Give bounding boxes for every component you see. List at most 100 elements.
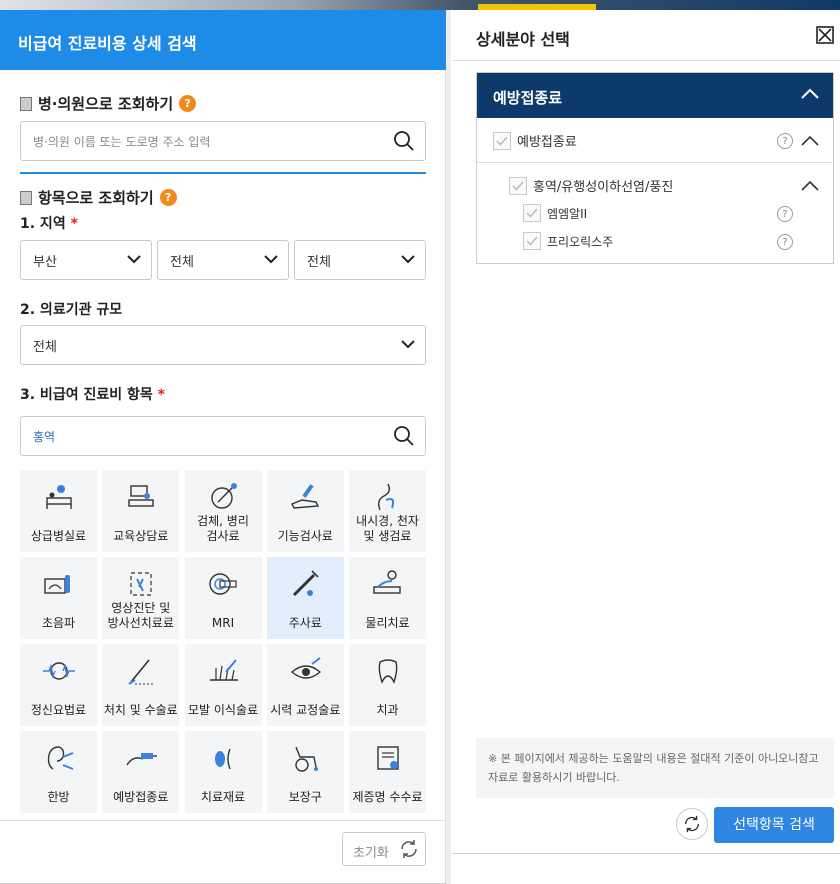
brain-wave-icon (43, 662, 75, 680)
syringe-icon (292, 570, 319, 597)
item-tile[interactable]: 처치 및 수술료 (102, 644, 180, 726)
item-tile[interactable]: 제증명 수수료 (349, 731, 426, 813)
tile-label: 검체, 병리 검사료 (197, 514, 249, 543)
chevron-down-icon (401, 255, 415, 264)
tree-item-level3[interactable]: 엠엠알II (523, 204, 587, 222)
oriental-medicine-icon (47, 746, 74, 770)
size-label: 2. 의료기관 규모 (20, 302, 123, 318)
hospital-bed-icon (46, 485, 72, 509)
item-tile[interactable]: 주사료 (266, 557, 344, 639)
region-select-sido[interactable]: 부산 (20, 240, 152, 280)
category-tree: 예방접종료 예방접종료 ? 홍역/유행성이하선염/풍진 엠엠알II ? 프리오릭… (476, 72, 834, 264)
tile-label: 기능검사료 (277, 529, 333, 543)
refresh-button[interactable] (676, 808, 708, 840)
help-circle-icon[interactable]: ? (777, 234, 793, 250)
help-circle-icon[interactable]: ? (777, 133, 793, 149)
refresh-icon (401, 840, 417, 858)
help-icon[interactable]: ? (159, 189, 177, 206)
item-search-input[interactable]: 홍역 (20, 416, 426, 456)
tree-item-level3[interactable]: 프리오릭스주 (523, 232, 613, 250)
item-tile[interactable]: 기능검사료 (266, 470, 344, 552)
specimen-test-icon (210, 483, 237, 509)
item-tile[interactable]: 영상진단 및 방사선치료료 (102, 557, 180, 639)
tile-label: 상급병실료 (30, 529, 87, 543)
item-tile[interactable]: 정신요법료 (20, 644, 97, 726)
tile-label: 정신요법료 (30, 703, 87, 717)
vaccination-icon (126, 753, 158, 766)
tile-label: 처치 및 수술료 (103, 703, 178, 717)
disclaimer-note: ※ 본 페이지에서 제공하는 도움말의 내용은 절대적 기준이 아니오니참고자료… (476, 738, 834, 798)
building-icon (20, 96, 32, 111)
physical-therapy-icon (373, 570, 401, 594)
reset-button[interactable]: 초기화 (342, 832, 426, 866)
search-icon[interactable] (393, 425, 415, 447)
item-tile[interactable]: MRI (184, 557, 262, 639)
item-tile[interactable]: 예방접종료 (102, 731, 180, 813)
search-selected-button[interactable]: 선택항목 검색 (714, 807, 834, 843)
category-header[interactable]: 예방접종료 (477, 73, 833, 118)
region-select-dong[interactable]: 전체 (294, 240, 426, 280)
tile-label: 주사료 (288, 616, 322, 630)
chevron-up-icon[interactable] (801, 180, 819, 192)
tile-label: 제증명 수수료 (352, 790, 423, 804)
radiology-icon (130, 572, 152, 596)
chevron-down-icon (127, 255, 141, 264)
tile-label: 보장구 (288, 790, 322, 804)
tile-label: 시력 교정술료 (270, 703, 341, 717)
item-tile[interactable]: 교육상담료 (102, 470, 180, 552)
item-tile[interactable]: 초음파 (20, 557, 97, 639)
item-tile[interactable]: 검체, 병리 검사료 (184, 470, 262, 552)
check-icon (496, 136, 508, 146)
list-icon (20, 190, 32, 205)
item-tile[interactable]: 물리치료 (349, 557, 426, 639)
check-icon (526, 236, 538, 246)
item-tile[interactable]: 치과 (349, 644, 426, 726)
tile-label: 초음파 (41, 616, 76, 630)
section-divider (20, 172, 426, 174)
tile-label: MRI (211, 616, 235, 630)
right-panel-title: 상세분야 선택 (476, 30, 570, 49)
left-header-title: 비급여 진료비용 상세 검색 (0, 10, 446, 70)
region-label: 1. 지역 * (20, 216, 78, 232)
checkbox[interactable] (523, 232, 541, 250)
endoscope-icon (377, 483, 395, 511)
tile-label: 치료재료 (200, 790, 246, 804)
scrollbar[interactable] (446, 10, 451, 884)
item-tile[interactable]: 모발 이식술료 (184, 644, 262, 726)
chevron-down-icon (264, 255, 278, 264)
item-section-title: 항목으로 조회하기 ? (20, 187, 177, 208)
tile-label: 한방 (47, 790, 70, 804)
top-gradient-bar (0, 0, 840, 10)
chevron-down-icon (401, 340, 415, 349)
checkbox[interactable] (509, 176, 527, 195)
tooth-icon (378, 659, 398, 684)
tree-item-level2[interactable]: 홍역/유행성이하선염/풍진 (509, 176, 673, 195)
item-label: 3. 비급여 진료비 항목 * (20, 387, 165, 403)
chevron-up-icon[interactable] (801, 135, 819, 147)
item-tile[interactable]: 보장구 (266, 731, 344, 813)
region-select-sigungu[interactable]: 전체 (157, 240, 289, 280)
size-select[interactable]: 전체 (20, 325, 426, 365)
eye-icon (290, 657, 321, 679)
hospital-search-input[interactable]: 병·의원 이름 또는 도로명 주소 입력 (20, 121, 426, 161)
item-tile[interactable]: 치료재료 (184, 731, 262, 813)
search-icon[interactable] (393, 130, 415, 152)
chevron-up-icon[interactable] (801, 88, 819, 100)
item-tile[interactable]: 상급병실료 (20, 470, 97, 552)
right-panel: 상세분야 선택 예방접종료 예방접종료 ? 홍역/유행성이하선염/풍진 엠엠알I… (452, 10, 840, 884)
checkbox[interactable] (493, 131, 511, 150)
close-icon[interactable] (816, 26, 834, 44)
tile-label: 물리치료 (365, 616, 410, 630)
help-icon[interactable]: ? (179, 95, 197, 112)
item-tile[interactable]: 내시경, 천자 및 생검료 (349, 470, 426, 552)
item-tile[interactable]: 시력 교정술료 (266, 644, 344, 726)
function-test-icon (290, 484, 319, 509)
hair-transplant-icon (209, 659, 238, 681)
right-divider (452, 60, 840, 61)
checkbox[interactable] (523, 204, 541, 222)
check-icon (526, 208, 538, 218)
tile-label: 모발 이식술료 (187, 703, 259, 717)
help-circle-icon[interactable]: ? (777, 206, 793, 222)
item-tile[interactable]: 한방 (20, 731, 97, 813)
tree-item-level1[interactable]: 예방접종료 (493, 131, 577, 150)
